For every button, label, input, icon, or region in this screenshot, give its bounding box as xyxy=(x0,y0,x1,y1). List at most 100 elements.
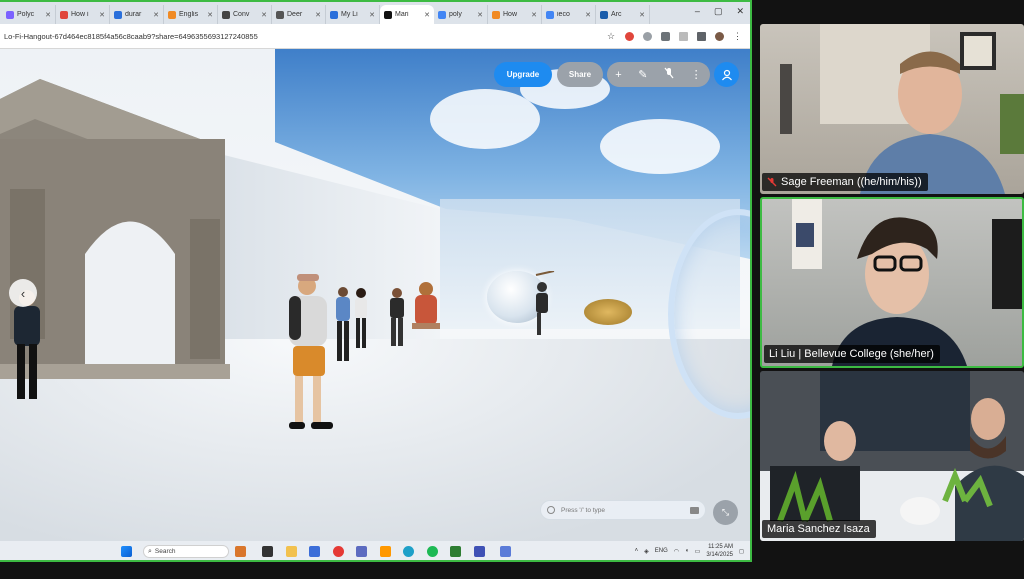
tab-favicon xyxy=(276,10,284,19)
close-icon[interactable]: ✕ xyxy=(585,11,591,19)
mic-off-icon[interactable] xyxy=(664,67,674,82)
browser-tab[interactable]: poly ✕ xyxy=(434,5,488,24)
woven-basket[interactable] xyxy=(584,299,632,325)
browser-tab[interactable]: ieco ✕ xyxy=(542,5,596,24)
close-icon[interactable]: ✕ xyxy=(207,11,213,19)
edge-icon[interactable] xyxy=(403,546,414,557)
browser-tab[interactable]: My Li ✕ xyxy=(326,5,380,24)
maximize-icon[interactable]: ▢ xyxy=(714,6,723,17)
taskbar-app-icon[interactable] xyxy=(356,546,367,557)
participant-nametag: Li Liu | Bellevue College (she/her) xyxy=(764,345,940,363)
tab-favicon xyxy=(600,10,608,19)
taskbar-app-icon[interactable] xyxy=(380,546,391,557)
profile-avatar[interactable] xyxy=(715,31,724,41)
browser-tab[interactable]: Deer ✕ xyxy=(272,5,326,24)
folder-icon[interactable] xyxy=(286,546,297,557)
minimize-icon[interactable]: – xyxy=(695,6,700,17)
browser-tab[interactable]: Arc ✕ xyxy=(596,5,650,24)
chat-input[interactable]: Press '/' to type xyxy=(540,500,706,520)
participant-name: Sage Freeman ((he/him/his)) xyxy=(781,176,922,188)
tab-favicon xyxy=(492,10,500,19)
close-icon[interactable]: ✕ xyxy=(639,11,645,19)
fullscreen-icon[interactable]: ⤡ xyxy=(713,500,738,525)
taskbar-app-icon[interactable] xyxy=(262,546,273,557)
browser-tab[interactable]: How i ✕ xyxy=(56,5,110,24)
more-icon[interactable]: ⋮ xyxy=(691,68,702,81)
upgrade-button[interactable]: Upgrade xyxy=(494,62,552,87)
clock[interactable]: 11:25 AM 3/14/2025 xyxy=(706,543,733,559)
windows-start-icon[interactable] xyxy=(121,546,132,557)
close-icon[interactable]: ✕ xyxy=(315,11,321,19)
browser-tab[interactable]: How ✕ xyxy=(488,5,542,24)
user-profile-button[interactable] xyxy=(714,62,739,87)
participant-video-tile-speaking[interactable]: Li Liu | Bellevue College (she/her) xyxy=(760,197,1024,368)
avatar-figure[interactable] xyxy=(387,287,407,347)
3d-scene-viewport[interactable]: Upgrade Share + ✎ ⋮ ‹ Press '/' to type … xyxy=(0,49,750,541)
sidepanel-icon[interactable] xyxy=(679,31,688,41)
extensions-icon[interactable] xyxy=(661,31,670,41)
participant-video-frame xyxy=(760,371,1024,541)
close-window-icon[interactable]: ✕ xyxy=(736,6,744,17)
plus-icon[interactable]: + xyxy=(615,69,621,81)
close-icon[interactable]: ✕ xyxy=(369,11,375,19)
taskbar-search[interactable]: ⌕ Search xyxy=(143,545,229,558)
tab-label: durar xyxy=(125,11,142,18)
extension-gray-icon[interactable] xyxy=(643,31,652,41)
notification-icon[interactable]: ◻ xyxy=(739,548,744,555)
participant-video-frame xyxy=(792,199,1022,366)
pencil-icon[interactable]: ✎ xyxy=(638,68,647,81)
language-indicator[interactable]: ENG xyxy=(655,548,668,554)
share-button[interactable]: Share xyxy=(557,62,603,87)
chevron-up-icon[interactable]: ˄ xyxy=(635,548,639,554)
taskbar-app-icon[interactable] xyxy=(450,546,461,557)
participant-video-tile[interactable]: Sage Freeman ((he/him/his)) xyxy=(760,24,1024,194)
battery-icon[interactable]: ▭ xyxy=(695,548,701,555)
taskbar-app-icon[interactable] xyxy=(333,546,344,557)
close-icon[interactable]: ✕ xyxy=(424,11,430,19)
participant-name: Li Liu | Bellevue College (she/her) xyxy=(769,348,934,360)
speaker-icon[interactable]: ◖ xyxy=(685,548,689,554)
chat-bubble-icon[interactable] xyxy=(690,506,699,514)
url-field[interactable]: Lo-Fi-Hangout-67d464ec8185f4a56c8caab9?s… xyxy=(4,32,607,41)
taskbar-app-icon[interactable] xyxy=(427,546,438,557)
browser-tab[interactable]: durar ✕ xyxy=(110,5,164,24)
tab-favicon xyxy=(6,10,14,19)
chevron-left-icon[interactable]: ‹ xyxy=(9,279,37,307)
close-icon[interactable]: ✕ xyxy=(261,11,267,19)
extension-red-icon[interactable] xyxy=(625,31,634,41)
cloud xyxy=(600,119,720,174)
close-icon[interactable]: ✕ xyxy=(477,11,483,19)
tab-label: My Li xyxy=(341,11,358,18)
browser-tab[interactable]: Polyc ✕ xyxy=(2,5,56,24)
avatar-figure[interactable] xyxy=(333,285,353,365)
close-icon[interactable]: ✕ xyxy=(531,11,537,19)
taskbar-app-icon[interactable] xyxy=(474,546,485,557)
avatar-figure[interactable] xyxy=(530,271,558,337)
wifi-icon[interactable]: ◠ xyxy=(674,548,679,555)
avatar-figure[interactable] xyxy=(352,287,370,349)
avatar-figure-orange-shorts[interactable] xyxy=(281,274,337,434)
close-icon[interactable]: ✕ xyxy=(99,11,105,19)
chat-placeholder: Press '/' to type xyxy=(561,506,606,514)
tab-label: ieco xyxy=(557,11,570,18)
shared-screen: Polyc ✕ How i ✕ durar ✕ Englis ✕ Conv ✕ Deer ✕… xyxy=(0,0,752,562)
browser-tab[interactable]: Conv ✕ xyxy=(218,5,272,24)
close-icon[interactable]: ✕ xyxy=(45,11,51,19)
emoji-icon[interactable] xyxy=(547,506,555,514)
taskbar-app-icon[interactable] xyxy=(309,546,320,557)
taskbar-app-icon[interactable] xyxy=(235,546,246,557)
tab-label: Polyc xyxy=(17,11,35,18)
windows-taskbar: ⌕ Search ˄ ◈ ENG ◠ ◖ ▭ 11:25 AM 3/14/202… xyxy=(0,541,750,560)
taskbar-search-label: Search xyxy=(154,548,176,555)
browser-tab-active[interactable]: Mari ✕ xyxy=(380,5,434,24)
star-icon[interactable]: ☆ xyxy=(607,31,616,41)
menu-icon[interactable]: ⋮ xyxy=(733,31,742,41)
browser-tab[interactable]: Englis ✕ xyxy=(164,5,218,24)
close-icon[interactable]: ✕ xyxy=(153,11,159,19)
network-icon[interactable]: ◈ xyxy=(644,548,649,555)
download-icon[interactable] xyxy=(697,31,706,41)
statue-figure[interactable] xyxy=(412,281,440,329)
participant-video-tile[interactable]: Maria Sanchez Isaza xyxy=(760,371,1024,541)
tab-label: Arc xyxy=(611,11,622,18)
taskbar-app-icon[interactable] xyxy=(500,546,511,557)
